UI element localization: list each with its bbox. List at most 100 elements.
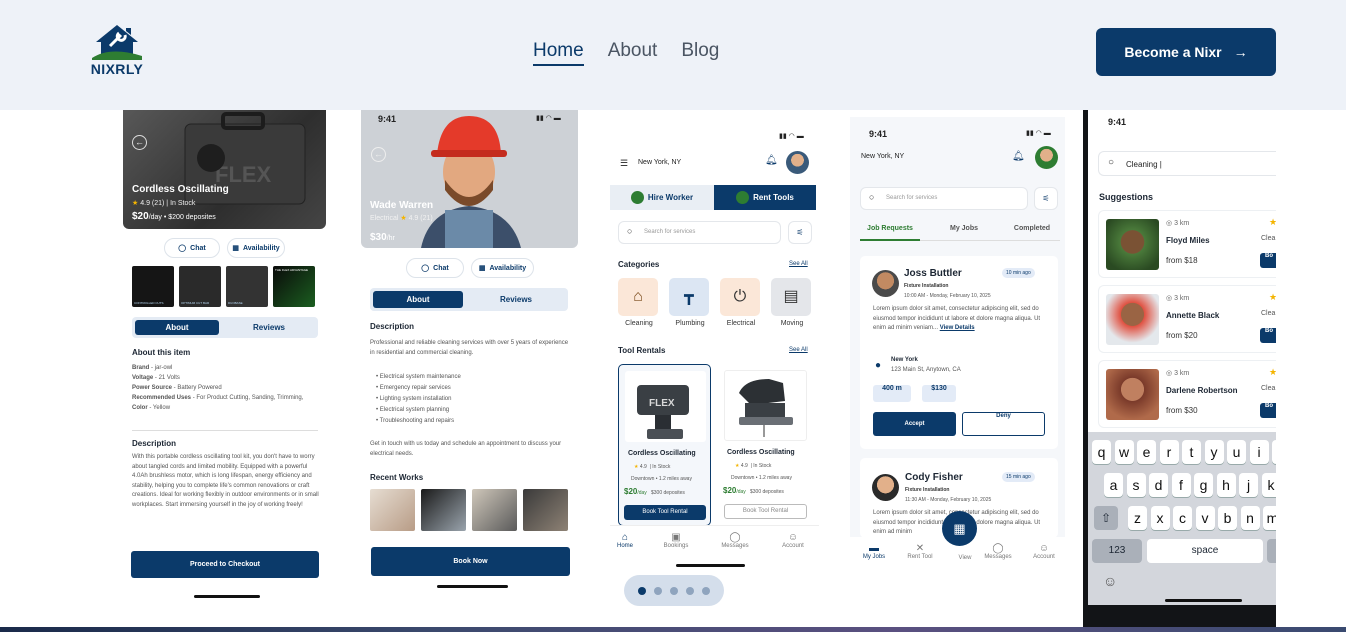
search-bar[interactable]: ○ Search for services — [618, 221, 781, 244]
category-electrical[interactable]: ⏻ Electrical — [720, 278, 762, 327]
key-a[interactable]: a — [1104, 473, 1123, 497]
key-e[interactable]: e — [1137, 440, 1156, 464]
tool-card[interactable]: FLEX Cordless Oscillating ★ 4.9 | In Sto… — [618, 364, 711, 526]
key-h[interactable]: h — [1216, 473, 1236, 497]
book-button[interactable]: Bo — [1260, 253, 1276, 268]
numbers-key[interactable]: 123 — [1092, 539, 1142, 563]
key-r[interactable]: r — [1159, 440, 1179, 464]
back-circle-icon[interactable]: ← — [132, 135, 147, 150]
tab-completed[interactable]: Completed — [1002, 225, 1062, 232]
nixrly-logo[interactable]: NIXRLY — [84, 22, 150, 78]
key-g[interactable]: g — [1194, 473, 1213, 497]
key-v[interactable]: v — [1195, 506, 1215, 530]
menu-icon[interactable]: ☰ — [620, 158, 628, 169]
thumbnail[interactable]: CONTROLLED CUTS — [132, 266, 174, 307]
space-key[interactable]: space — [1147, 539, 1263, 563]
filter-button[interactable]: ⚟ — [788, 221, 812, 244]
chat-button[interactable]: ◯ Chat — [406, 258, 464, 278]
tab-about[interactable]: About — [373, 291, 463, 308]
book-button[interactable]: Bo — [1260, 328, 1276, 343]
location-label[interactable]: New York, NY — [861, 153, 904, 160]
tab-job-requests[interactable]: Job Requests — [860, 225, 920, 241]
key-s[interactable]: s — [1126, 473, 1146, 497]
bell-icon[interactable]: 🔔︎ — [1012, 151, 1025, 162]
location-label[interactable]: New York, NY — [638, 159, 681, 166]
become-nixr-button[interactable]: Become a Nixr → — [1096, 28, 1276, 76]
carousel-dot-active[interactable] — [638, 586, 646, 595]
nav-messages[interactable]: ◯ Messages — [718, 532, 752, 549]
book-tool-rental-button[interactable]: Book Tool Rental — [624, 505, 706, 520]
work-photo[interactable] — [523, 489, 568, 531]
key-f[interactable]: f — [1171, 473, 1191, 497]
key-u[interactable]: u — [1227, 440, 1246, 464]
key-t[interactable]: t — [1182, 440, 1201, 464]
nav-messages[interactable]: ◯ Messages — [980, 543, 1016, 560]
key-j[interactable]: j — [1239, 473, 1258, 497]
availability-button[interactable]: ▦ Availability — [227, 238, 285, 258]
key-d[interactable]: d — [1149, 473, 1168, 497]
book-button[interactable]: Bo — [1260, 403, 1276, 418]
search-bar[interactable]: ○ Search for services — [860, 187, 1028, 210]
emoji-icon[interactable]: ☺ — [1103, 573, 1117, 589]
carousel-dot[interactable] — [670, 586, 678, 595]
suggestion-card[interactable]: ◎ 3 km Annette Black from $20 ★ Clea Bo — [1098, 285, 1276, 353]
nav-bookings[interactable]: ▣ Bookings — [660, 532, 692, 549]
filter-button[interactable]: ⚟ — [1034, 187, 1058, 210]
avatar[interactable] — [786, 151, 809, 174]
category-cleaning[interactable]: ⌂ Cleaning — [618, 278, 660, 327]
thumbnail[interactable]: OPTIMUM CUT BAR — [179, 266, 221, 307]
chat-button[interactable]: ◯ Chat — [164, 238, 220, 258]
bell-icon[interactable]: 🔔︎ — [765, 155, 778, 166]
key-w[interactable]: w — [1114, 440, 1134, 464]
nav-account[interactable]: ☺ Account — [778, 532, 808, 549]
book-tool-rental-button[interactable]: Book Tool Rental — [724, 504, 807, 519]
tab-about[interactable]: About — [135, 320, 219, 335]
carousel-dot[interactable] — [654, 586, 662, 595]
work-photo[interactable] — [370, 489, 415, 531]
return-key[interactable] — [1267, 539, 1276, 563]
carousel-dot[interactable] — [686, 586, 694, 595]
key-n[interactable]: n — [1240, 506, 1260, 530]
availability-button[interactable]: ▦ Availability — [471, 258, 534, 278]
see-all-rentals-link[interactable]: See All — [789, 347, 808, 353]
key-q[interactable]: q — [1092, 440, 1111, 464]
nav-view[interactable]: View — [950, 555, 980, 561]
nav-rent-tool[interactable]: ✕ Rent Tool — [900, 543, 940, 560]
nav-my-jobs[interactable]: ▬ My Jobs — [856, 543, 892, 560]
tab-reviews[interactable]: Reviews — [468, 291, 564, 308]
key-o[interactable]: o — [1272, 440, 1276, 464]
category-plumbing[interactable]: ┳ Plumbing — [669, 278, 711, 327]
key-z[interactable]: z — [1128, 506, 1147, 530]
tab-my-jobs[interactable]: My Jobs — [934, 225, 994, 232]
view-details-link[interactable]: View Details — [940, 325, 975, 331]
nav-about-link[interactable]: About — [608, 40, 658, 66]
nav-account[interactable]: ☺ Account — [1028, 543, 1060, 560]
tool-card[interactable]: Cordless Oscillating ★ 4.9 | In Stock Do… — [720, 364, 813, 526]
suggestion-card[interactable]: ◎ 3 km Darlene Robertson from $30 ★ Clea… — [1098, 360, 1276, 428]
nav-blog-link[interactable]: Blog — [681, 40, 719, 66]
back-circle-icon[interactable]: ← — [371, 147, 386, 162]
search-bar[interactable]: ○ Cleaning | — [1098, 151, 1276, 176]
deny-button[interactable]: Deny — [962, 412, 1045, 436]
work-photo[interactable] — [472, 489, 517, 531]
category-moving[interactable]: ▤ Moving — [771, 278, 813, 327]
accept-button[interactable]: Accept — [873, 412, 956, 436]
job-card[interactable]: Joss Buttler 10 min ago Fixture Installa… — [860, 256, 1058, 449]
nav-home[interactable]: ⌂ Home — [614, 532, 636, 549]
proceed-checkout-button[interactable]: Proceed to Checkout — [131, 551, 319, 578]
key-b[interactable]: b — [1218, 506, 1237, 530]
avatar[interactable] — [1035, 146, 1058, 169]
key-y[interactable]: y — [1204, 440, 1224, 464]
shift-key[interactable]: ⇧ — [1094, 506, 1118, 530]
suggestion-card[interactable]: ◎ 3 km Floyd Miles from $18 ★ Clea Bo — [1098, 210, 1276, 278]
key-c[interactable]: c — [1173, 506, 1192, 530]
nav-home-link[interactable]: Home — [533, 40, 584, 66]
thumbnail[interactable]: THE FLEX ADVANTAGE — [273, 266, 315, 307]
key-i[interactable]: i — [1249, 440, 1269, 464]
key-x[interactable]: x — [1150, 506, 1170, 530]
key-k[interactable]: k — [1261, 473, 1276, 497]
tab-reviews[interactable]: Reviews — [224, 320, 314, 335]
work-photo[interactable] — [421, 489, 466, 531]
thumbnail[interactable]: DUOBASE — [226, 266, 268, 307]
book-now-button[interactable]: Book Now — [371, 547, 570, 576]
